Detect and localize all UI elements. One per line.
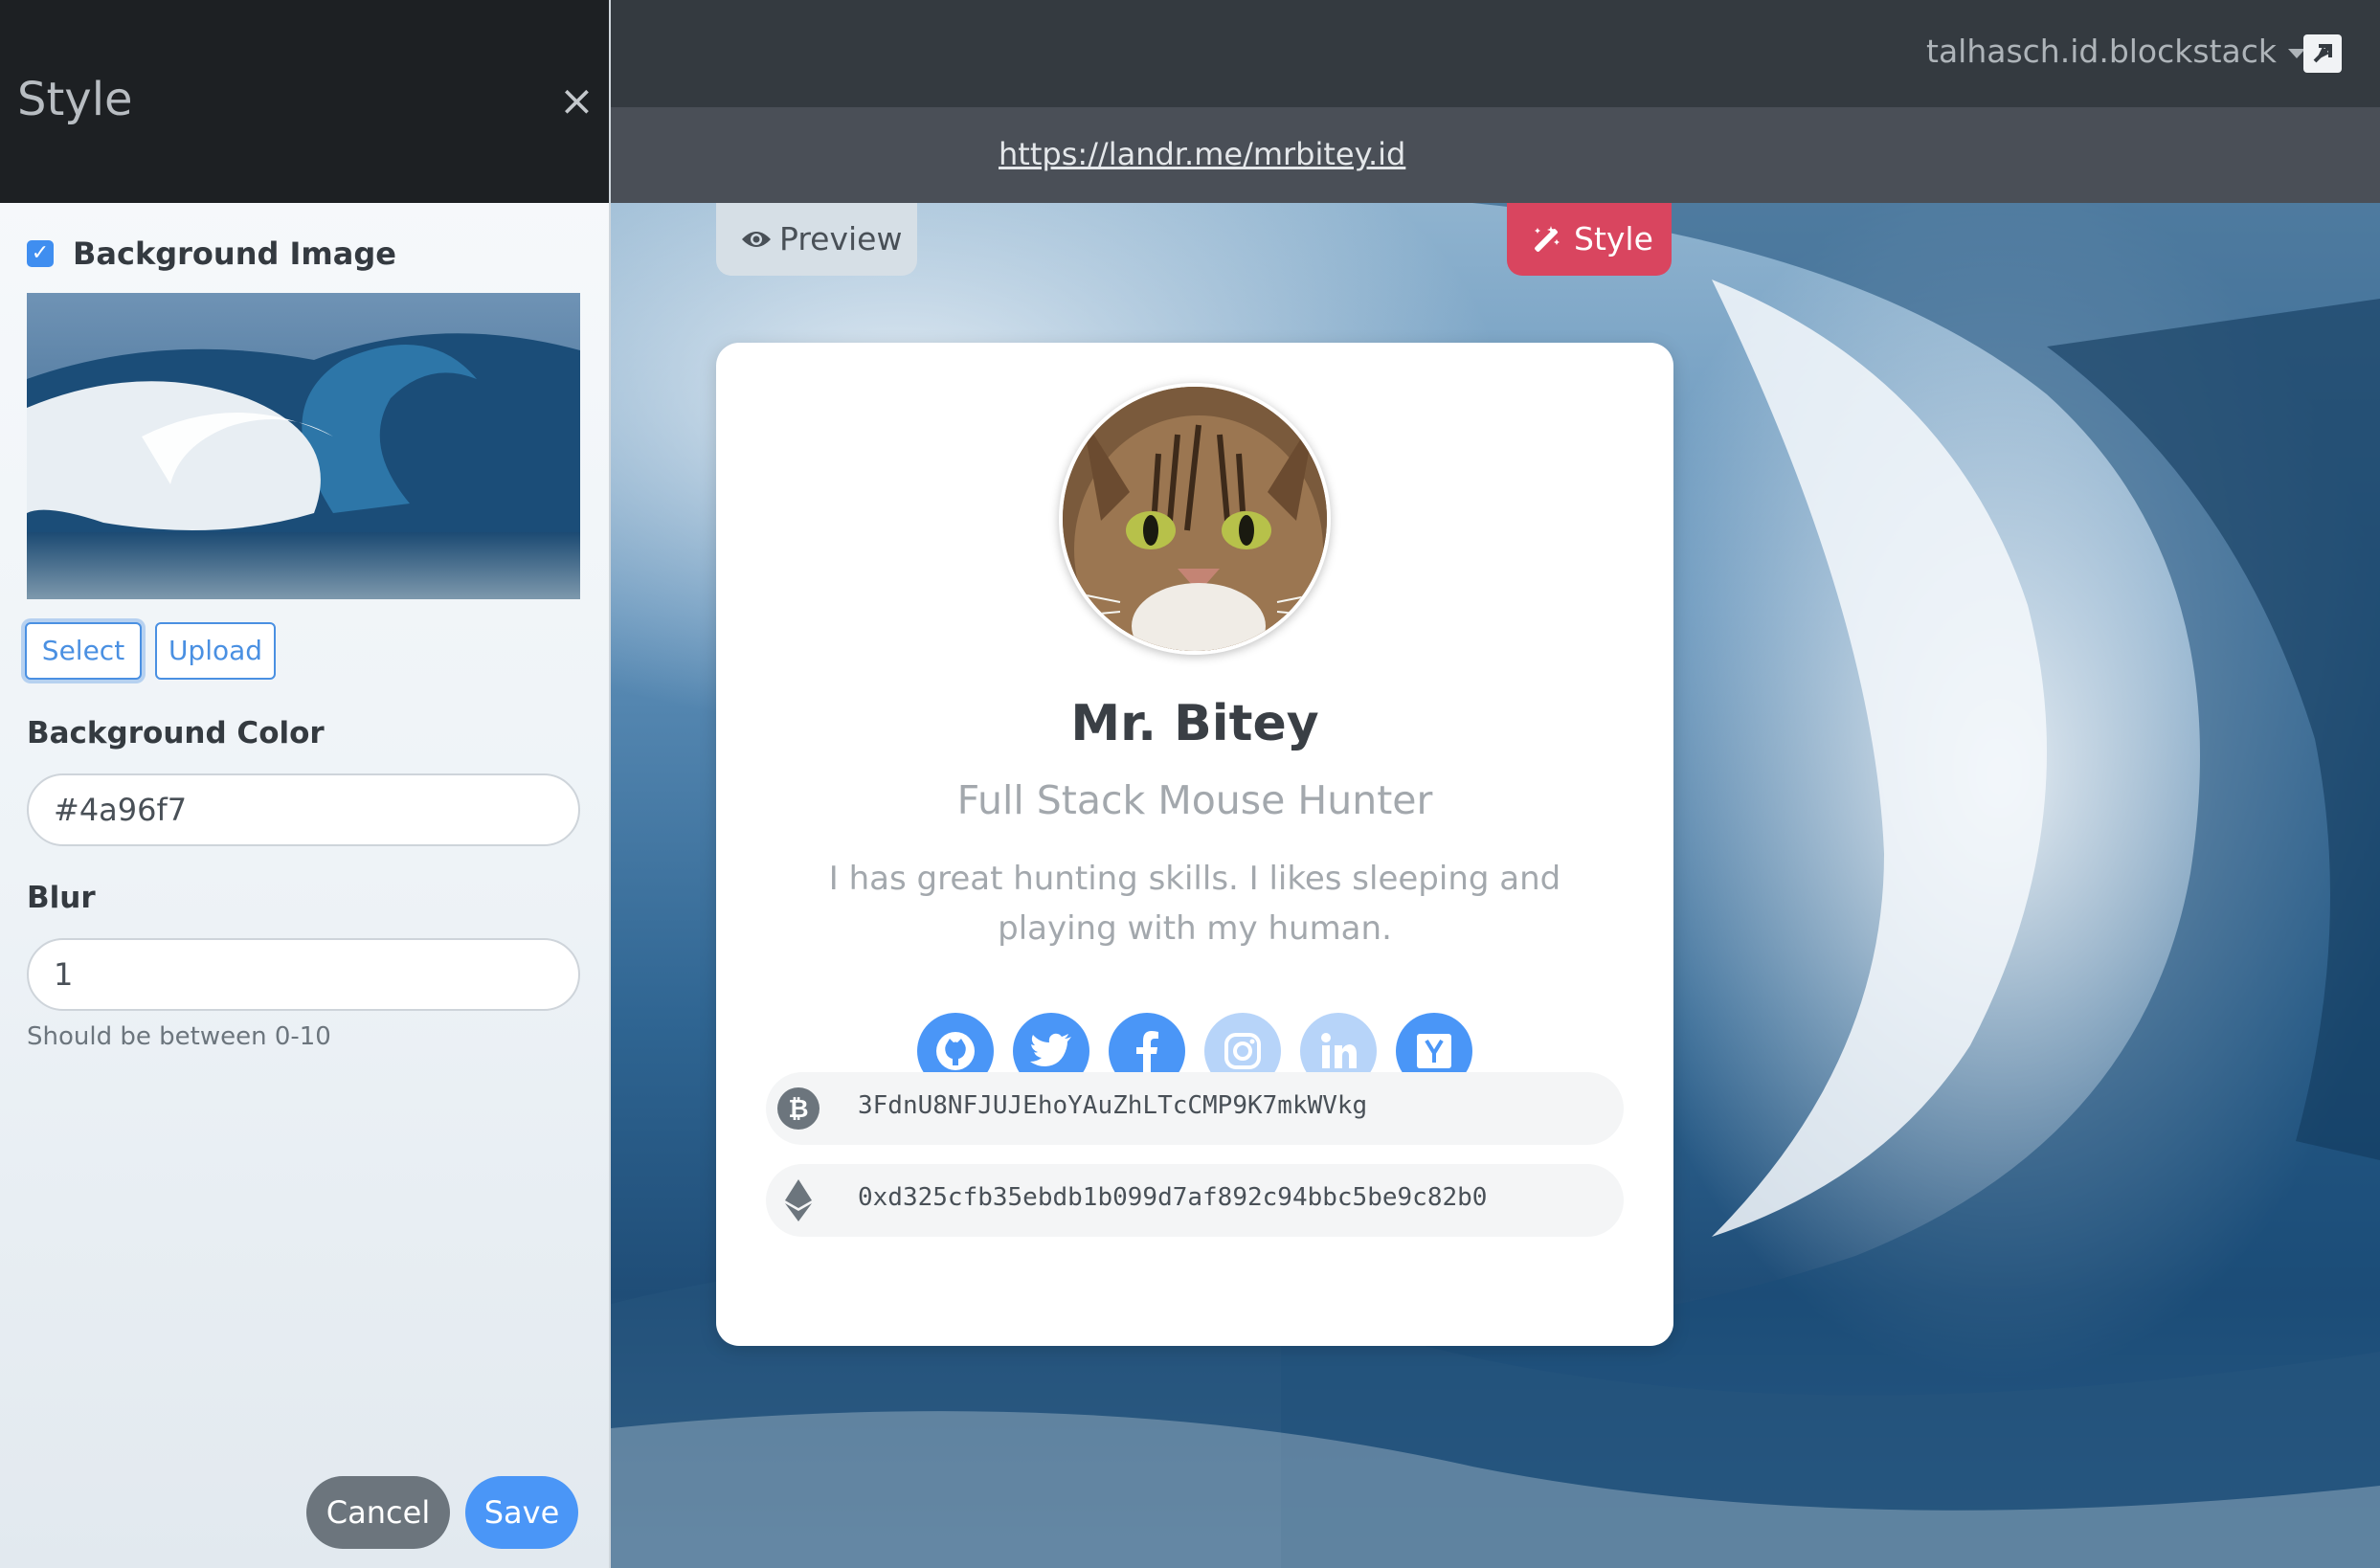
blur-help-text: Should be between 0-10 [27,1022,331,1051]
profile-bio: I has great hunting skills. I likes slee… [828,860,1561,948]
save-button[interactable]: Save [465,1476,578,1549]
profile-url-link[interactable]: https://landr.me/mrbitey.id [999,136,1405,172]
tab-style[interactable]: Style [1507,203,1672,276]
bitcoin-wallet[interactable]: ₿ 3FdnU8NFJUJEhoYAuZhLTcCMP9K7mkWVkg [766,1072,1624,1145]
background-image-checkbox[interactable]: ✓ [27,240,54,267]
cancel-button[interactable]: Cancel [306,1476,450,1549]
profile-name: Mr. Bitey [1070,695,1319,752]
blur-label: Blur [27,881,96,915]
style-panel: Style × ✓ Background Image Select Upload [0,0,611,1568]
ethereum-wallet[interactable]: 0xd325cfb35ebdb1b099d7af892c94bbc5be9c82… [766,1164,1624,1237]
external-link-icon[interactable] [2303,34,2342,73]
style-panel-header: Style × [0,0,609,203]
svg-text:₿: ₿ [788,1095,808,1124]
tab-preview-label: Preview [779,220,903,258]
avatar [1059,383,1331,655]
ethereum-address: 0xd325cfb35ebdb1b099d7af892c94bbc5be9c82… [858,1183,1488,1212]
background-image-label: Background Image [73,235,396,272]
profile-card: Mr. Bitey Full Stack Mouse Hunter I has … [716,343,1673,1346]
profile-preview-stage: Preview Style Mr. Bitey Full Stack Mouse… [611,203,2380,1568]
upload-image-button[interactable]: Upload [155,622,276,680]
top-navbar: talhasch.id.blockstack [611,0,2380,107]
blur-input[interactable]: 1 [27,938,580,1011]
cat-photo [1063,387,1327,651]
wave-image [27,293,580,599]
bitcoin-address: 3FdnU8NFJUJEhoYAuZhLTcCMP9K7mkWVkg [858,1091,1368,1120]
close-icon[interactable]: × [559,80,595,123]
tab-style-label: Style [1574,220,1653,258]
background-image-toggle[interactable]: ✓ Background Image [27,235,396,272]
bitcoin-icon: ₿ [777,1087,820,1130]
magic-wand-icon [1535,226,1560,252]
url-bar: https://landr.me/mrbitey.id [611,107,2380,203]
tab-preview[interactable]: Preview [716,203,917,276]
profile-title: Full Stack Mouse Hunter [956,777,1433,823]
user-dropdown[interactable]: talhasch.id.blockstack [1926,33,2305,70]
style-panel-title: Style [17,73,133,126]
background-color-input[interactable]: #4a96f7 [27,773,580,846]
eye-icon [742,232,771,247]
background-color-label: Background Color [27,716,325,750]
ethereum-icon [785,1179,812,1221]
user-name: talhasch.id.blockstack [1926,33,2277,70]
background-image-thumbnail [27,293,580,599]
select-image-button[interactable]: Select [25,622,142,680]
